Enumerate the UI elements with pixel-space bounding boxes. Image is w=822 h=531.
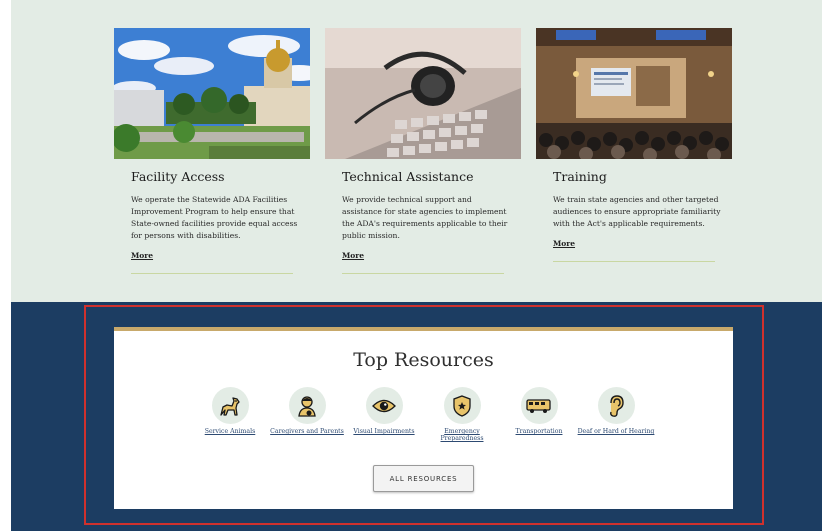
resource-label: Caregivers and Parents xyxy=(270,428,344,435)
card-technical-assistance: Technical Assistance We provide technica… xyxy=(325,28,521,274)
card-title: Training xyxy=(553,169,607,184)
divider xyxy=(342,273,504,274)
resource-label: Transportation xyxy=(515,428,563,435)
headset-keyboard-photo xyxy=(325,28,521,159)
card-title: Facility Access xyxy=(131,169,225,184)
resource-label: Service Animals xyxy=(204,428,256,435)
eye-icon xyxy=(365,387,403,424)
card-description: We operate the Statewide ADA Facilities … xyxy=(131,195,298,240)
resource-label: Deaf or Hard of Hearing xyxy=(577,428,655,435)
resource-label: Visual Impairments xyxy=(353,428,415,435)
all-resources-button[interactable]: ALL RESOURCES xyxy=(373,465,474,492)
card-description: We train state agencies and other target… xyxy=(553,195,721,228)
more-link[interactable]: More xyxy=(553,239,575,248)
bus-icon xyxy=(520,387,558,424)
card-title: Technical Assistance xyxy=(342,169,474,184)
capitol-photo xyxy=(114,28,310,159)
ear-icon xyxy=(597,387,635,424)
divider xyxy=(553,261,715,262)
resource-emergency-preparedness[interactable]: Emergency Preparedness xyxy=(422,387,502,442)
resource-label: Emergency Preparedness xyxy=(440,428,484,442)
shield-icon xyxy=(443,387,481,424)
more-link[interactable]: More xyxy=(131,251,153,260)
resource-visual-impairments[interactable]: Visual Impairments xyxy=(344,387,424,435)
resource-service-animals[interactable]: Service Animals xyxy=(190,387,270,435)
card-description: We provide technical support and assista… xyxy=(342,195,508,240)
dog-icon xyxy=(211,387,249,424)
more-link[interactable]: More xyxy=(342,251,364,260)
divider xyxy=(131,273,293,274)
top-resources-panel: Top Resources Service Animals Caregivers… xyxy=(114,327,733,509)
resource-deaf-or-hard-of-hearing[interactable]: Deaf or Hard of Hearing xyxy=(576,387,656,435)
resource-transportation[interactable]: Transportation xyxy=(499,387,579,435)
card-facility-access: Facility Access We operate the Statewide… xyxy=(114,28,310,274)
resource-caregivers-and-parents[interactable]: Caregivers and Parents xyxy=(267,387,347,435)
caregiver-icon xyxy=(288,387,326,424)
card-training: Training We train state agencies and oth… xyxy=(536,28,732,262)
conference-room-photo xyxy=(536,28,732,159)
section-heading: Top Resources xyxy=(353,349,494,371)
